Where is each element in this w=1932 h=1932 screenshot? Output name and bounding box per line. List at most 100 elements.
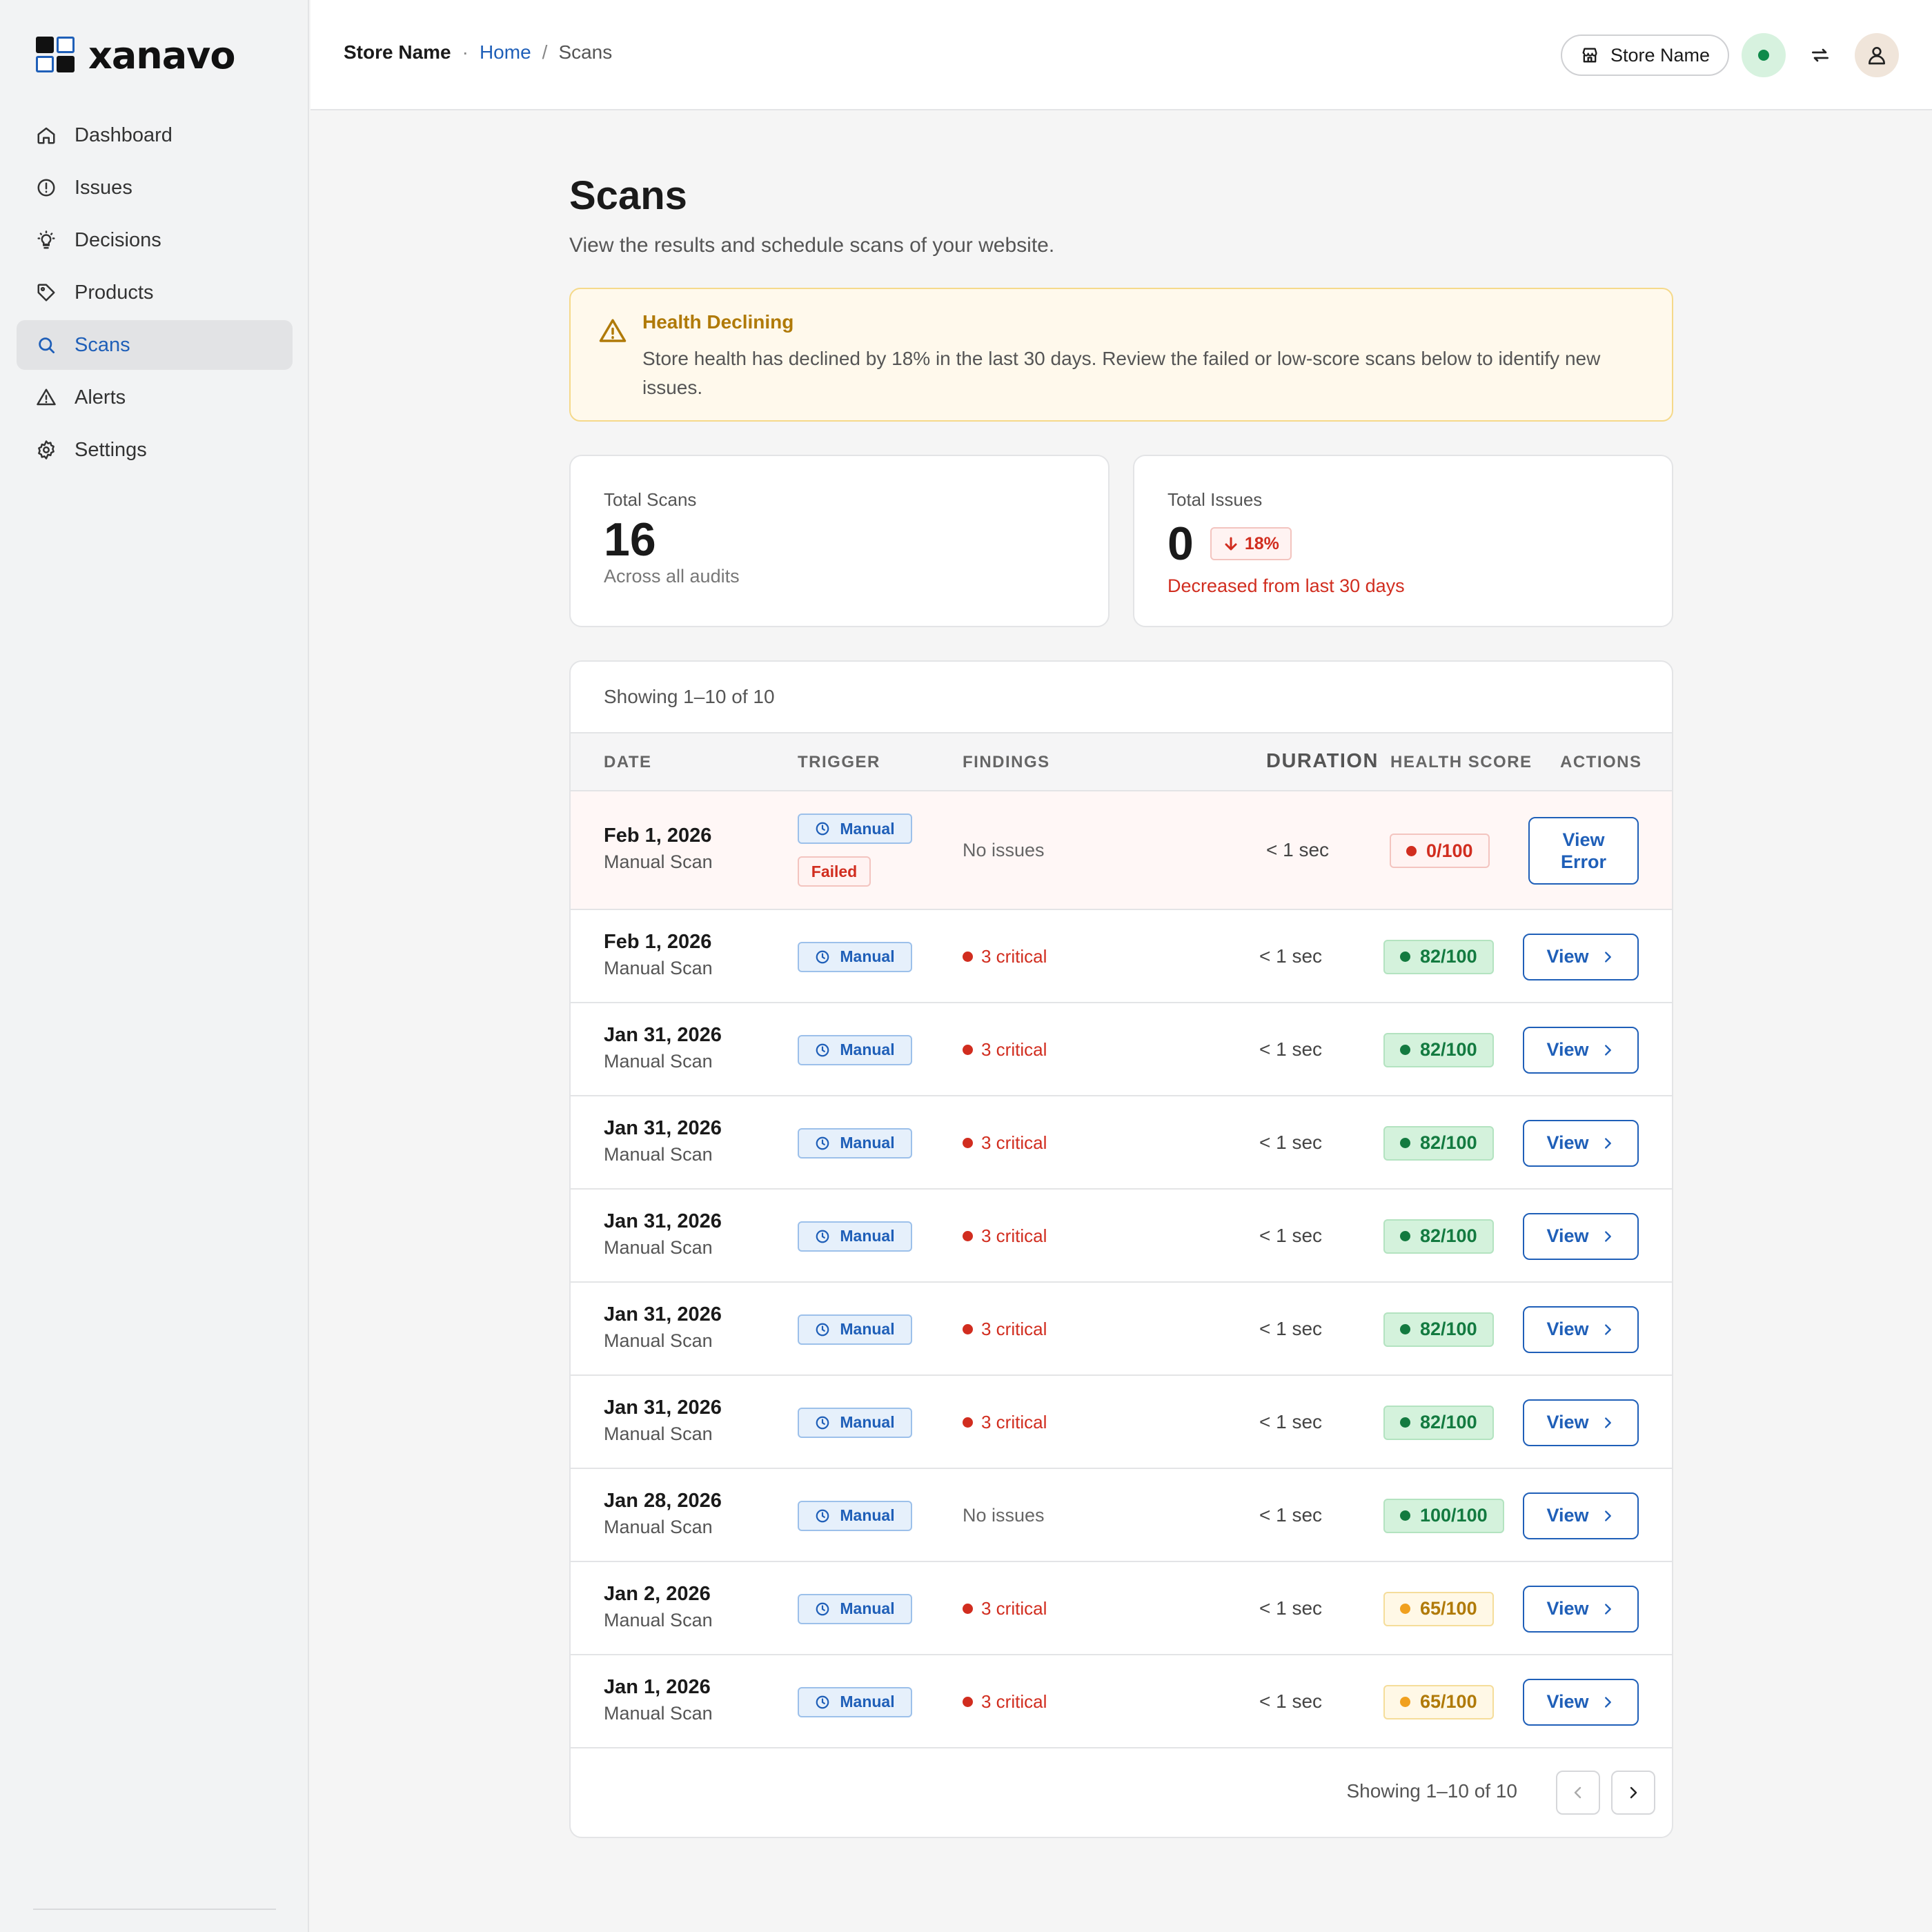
table-row[interactable]: Jan 31, 2026 Manual Scan Manual 3 critical <… (571, 1190, 1672, 1283)
scan-date-cell: Jan 28, 2026 Manual Scan (604, 1490, 722, 1538)
trigger-cell: Manual (798, 1407, 912, 1438)
trigger-badge: Manual (798, 1500, 912, 1531)
health-score-badge: 100/100 (1383, 1498, 1504, 1533)
trigger-cell: Manual (798, 1314, 912, 1345)
scan-date: Jan 31, 2026 (604, 1116, 722, 1139)
duration-cell: < 1 sec (1266, 839, 1330, 860)
view-button[interactable]: View (1523, 1026, 1639, 1074)
health-alert: Health Declining Store health has declin… (569, 288, 1673, 422)
breadcrumb: Store Name · Home / Scans (344, 41, 612, 63)
sidebar-item-label: Products (75, 281, 154, 304)
view-button[interactable]: View (1523, 1305, 1639, 1353)
stat-value: 0 (1167, 518, 1194, 570)
main-content: Scans View the results and schedule scan… (569, 172, 1673, 1838)
chevron-right-icon (1604, 1603, 1611, 1615)
duration-cell: < 1 sec (1259, 1690, 1323, 1712)
critical-dot-icon (963, 1230, 973, 1241)
table-row[interactable]: Jan 31, 2026 Manual Scan Manual 3 critical <… (571, 1003, 1672, 1096)
scan-date-cell: Feb 1, 2026 Manual Scan (604, 825, 713, 873)
trigger-label: Manual (840, 1134, 895, 1152)
sidebar-item-issues[interactable]: Issues (17, 163, 293, 213)
sync-button[interactable] (1798, 33, 1842, 77)
column-header-trigger[interactable]: TRIGGER (798, 753, 880, 772)
clock-icon (816, 1043, 829, 1056)
view-button[interactable]: View (1523, 1585, 1639, 1633)
findings-text: No issues (963, 1504, 1045, 1526)
view-button-label: View (1546, 1412, 1589, 1432)
user-avatar[interactable] (1855, 33, 1899, 77)
health-score-value: 65/100 (1420, 1691, 1477, 1712)
view-button[interactable]: View (1523, 1399, 1639, 1446)
score-dot-icon (1400, 1138, 1410, 1148)
table-row[interactable]: Jan 28, 2026 Manual Scan Manual No issues < … (571, 1469, 1672, 1562)
trigger-cell: Manual (798, 1221, 912, 1252)
view-button-label: View (1546, 1039, 1589, 1060)
findings-cell: 3 critical (963, 1319, 1047, 1340)
scan-date-cell: Jan 1, 2026 Manual Scan (604, 1676, 713, 1724)
sidebar-item-products[interactable]: Products (17, 268, 293, 317)
logo[interactable]: xanavo (36, 34, 235, 77)
table-row[interactable]: Feb 1, 2026 Manual Scan Manual Failed No iss… (571, 791, 1672, 910)
column-header-findings[interactable]: FINDINGS (963, 753, 1050, 772)
table-row[interactable]: Jan 31, 2026 Manual Scan Manual 3 critical <… (571, 1283, 1672, 1376)
view-error-button[interactable]: View Error (1528, 817, 1639, 885)
health-score-badge: 65/100 (1383, 1591, 1494, 1626)
breadcrumb-home-link[interactable]: Home (480, 41, 531, 63)
lightbulb-icon (37, 230, 55, 249)
alert-title: Health Declining (642, 311, 794, 333)
scan-type: Manual Scan (604, 1609, 713, 1630)
pagination-prev-button[interactable] (1556, 1771, 1600, 1815)
view-button[interactable]: View (1523, 1492, 1639, 1539)
scan-type: Manual Scan (604, 1516, 713, 1537)
table-row[interactable]: Jan 1, 2026 Manual Scan Manual 3 critical < … (571, 1655, 1672, 1748)
view-button[interactable]: View (1523, 1119, 1639, 1167)
search-icon (39, 337, 55, 353)
table-row[interactable]: Jan 31, 2026 Manual Scan Manual 3 critical <… (571, 1096, 1672, 1190)
table-row[interactable]: Jan 31, 2026 Manual Scan Manual 3 critical <… (571, 1376, 1672, 1469)
view-button-label: View (1546, 1598, 1589, 1619)
table-row[interactable]: Jan 2, 2026 Manual Scan Manual 3 critical < … (571, 1562, 1672, 1655)
chevron-right-icon (1604, 1044, 1611, 1056)
trend-badge: 18% (1210, 527, 1292, 560)
view-button[interactable]: View (1523, 933, 1639, 980)
sidebar-item-alerts[interactable]: Alerts (17, 373, 293, 422)
chevron-right-icon (1604, 1417, 1611, 1428)
sidebar-item-label: Alerts (75, 386, 126, 408)
sidebar-item-decisions[interactable]: Decisions (17, 215, 293, 265)
view-button[interactable]: View (1523, 1678, 1639, 1726)
column-header-actions: ACTIONS (1560, 753, 1642, 771)
findings-text: 3 critical (981, 945, 1047, 967)
clock-icon (816, 1416, 829, 1429)
findings-cell: No issues (963, 840, 1045, 861)
trigger-badge: Manual (798, 1686, 912, 1717)
sidebar-nav: Dashboard Issues Decisions Products Scan… (17, 110, 293, 477)
scan-date: Jan 31, 2026 (604, 1023, 722, 1046)
sidebar-item-dashboard[interactable]: Dashboard (17, 110, 293, 160)
trigger-badge: Manual (798, 1221, 912, 1252)
duration-cell: < 1 sec (1259, 1597, 1323, 1619)
duration-cell: < 1 sec (1259, 1224, 1323, 1246)
score-dot-icon (1400, 1324, 1410, 1334)
sidebar-item-settings[interactable]: Settings (17, 425, 293, 475)
scan-type: Manual Scan (604, 1236, 713, 1258)
status-indicator[interactable] (1742, 33, 1786, 77)
scan-date-cell: Jan 31, 2026 Manual Scan (604, 1024, 722, 1072)
health-score-value: 65/100 (1420, 1598, 1477, 1619)
view-button[interactable]: View (1523, 1212, 1639, 1260)
column-header-date[interactable]: DATE (604, 753, 652, 772)
clock-icon (816, 1509, 829, 1522)
findings-cell: 3 critical (963, 946, 1047, 967)
trigger-cell: Manual (798, 1686, 912, 1717)
store-switcher-button[interactable]: Store Name (1560, 34, 1729, 76)
refresh-icon (1812, 48, 1828, 62)
column-header-duration[interactable]: DURATION (1266, 750, 1379, 773)
findings-cell: 3 critical (963, 1598, 1047, 1619)
pagination-next-button[interactable] (1611, 1771, 1655, 1815)
sidebar-item-scans[interactable]: Scans (17, 320, 293, 370)
column-header-health-score[interactable]: HEALTH SCORE (1390, 753, 1532, 772)
findings-cell: 3 critical (963, 1132, 1047, 1154)
scan-date: Jan 1, 2026 (604, 1675, 711, 1698)
sidebar-item-label: Decisions (75, 228, 161, 251)
table-row[interactable]: Feb 1, 2026 Manual Scan Manual 3 critical < … (571, 910, 1672, 1003)
scan-type: Manual Scan (604, 1423, 713, 1444)
